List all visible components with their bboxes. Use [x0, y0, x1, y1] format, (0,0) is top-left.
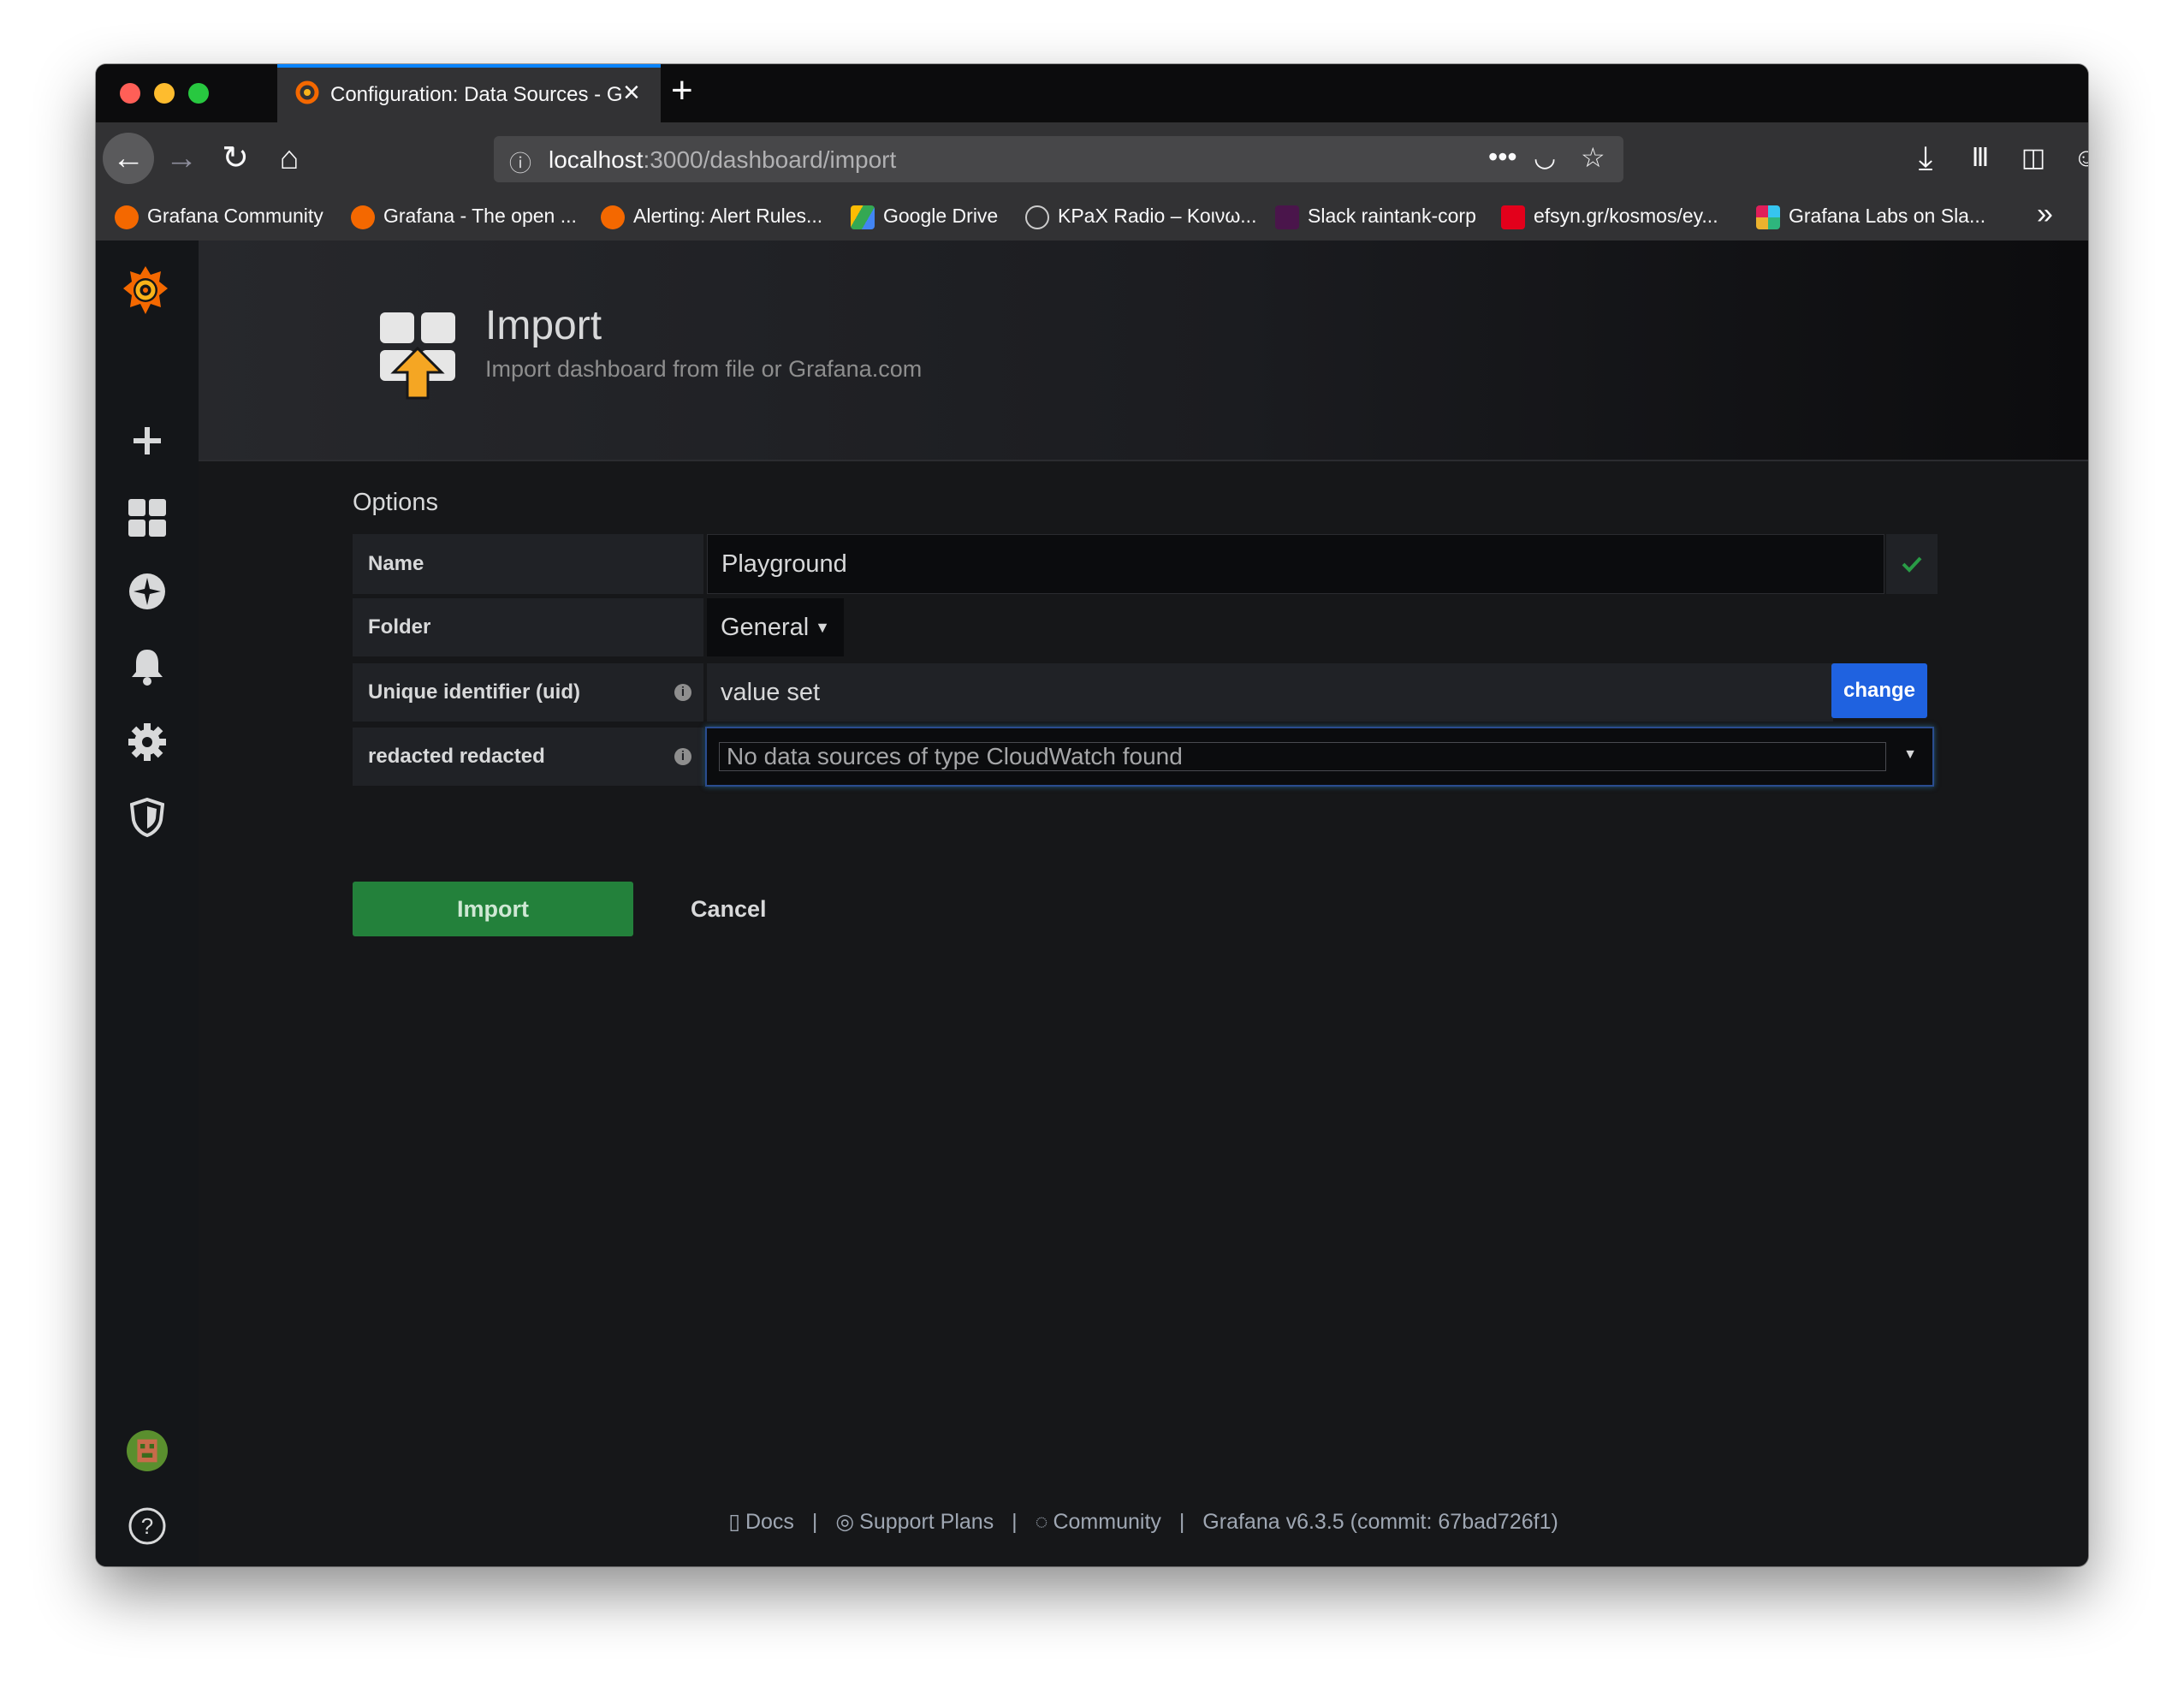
- url-text: localhost:3000/dashboard/import: [549, 146, 897, 173]
- back-button[interactable]: ←: [103, 133, 154, 184]
- footer: ▯ Docs | ◎ Support Plans | ◌ Community | Gr…: [96, 1509, 2088, 1535]
- url-bar[interactable]: ⓘ localhost:3000/dashboard/import ••• ◡ …: [494, 136, 1623, 182]
- tab-title: Configuration: Data Sources - G: [330, 83, 621, 106]
- browser-tab-active[interactable]: Configuration: Data Sources - G ×: [277, 64, 661, 122]
- globe-icon: [1025, 205, 1049, 229]
- folder-select[interactable]: General ▼: [707, 598, 844, 656]
- forward-button[interactable]: →: [156, 133, 207, 184]
- options-section-title: Options: [353, 489, 438, 516]
- bookmark-item[interactable]: Slack raintank-corp: [1275, 205, 1476, 229]
- new-tab-button[interactable]: +: [671, 69, 693, 112]
- create-plus-icon[interactable]: [127, 420, 168, 461]
- datasource-select[interactable]: No data sources of type CloudWatch found…: [705, 727, 1934, 787]
- uid-change-button[interactable]: change: [1831, 663, 1927, 718]
- account-button[interactable]: ☺: [2061, 133, 2088, 184]
- browser-window: Configuration: Data Sources - G × + ← → …: [96, 64, 2088, 1566]
- slack-icon: [1275, 205, 1299, 229]
- close-tab-icon[interactable]: ×: [623, 76, 640, 110]
- support-lifebuoy-icon: ◎: [835, 1510, 855, 1534]
- home-button[interactable]: ⌂: [264, 133, 315, 184]
- tab-strip: Configuration: Data Sources - G × +: [96, 64, 2088, 122]
- chevron-down-icon: ▼: [1903, 747, 1917, 762]
- footer-community-link[interactable]: Community: [1053, 1510, 1160, 1534]
- grafana-logo-icon: [351, 205, 375, 229]
- import-button[interactable]: Import: [353, 882, 633, 936]
- grafana-logo-icon: [601, 205, 625, 229]
- community-chat-icon: ◌: [1035, 1510, 1048, 1534]
- datasource-label: redacted redacted i: [353, 728, 703, 786]
- efsyn-icon: [1501, 205, 1525, 229]
- footer-separator: |: [1178, 1510, 1185, 1534]
- info-icon[interactable]: i: [674, 684, 691, 701]
- uid-input[interactable]: value set: [707, 663, 1833, 722]
- name-valid-check-icon: [1886, 534, 1938, 594]
- downloads-button[interactable]: ⤓: [1900, 133, 1951, 184]
- bookmark-item[interactable]: Grafana - The open ...: [351, 205, 577, 229]
- import-dashboard-icon: [380, 312, 455, 400]
- site-info-icon[interactable]: ⓘ: [509, 146, 531, 178]
- page-header: [199, 241, 2088, 461]
- footer-docs-link[interactable]: Docs: [745, 1510, 794, 1534]
- docs-file-icon: ▯: [728, 1510, 740, 1534]
- folder-label: Folder: [353, 598, 703, 656]
- bookmark-star-icon[interactable]: ☆: [1581, 141, 1605, 174]
- info-icon[interactable]: i: [674, 748, 691, 765]
- bookmark-item[interactable]: Grafana Community: [115, 205, 323, 229]
- grafana-logo-icon: [115, 205, 139, 229]
- footer-version: Grafana v6.3.5 (commit: 67bad726f1): [1202, 1510, 1558, 1534]
- google-drive-icon: [851, 205, 875, 229]
- minimize-window-button[interactable]: [154, 83, 175, 104]
- sidebar-toggle-button[interactable]: ◫: [2008, 133, 2059, 184]
- bookmark-item[interactable]: Grafana Labs on Sla...: [1756, 205, 1985, 229]
- name-label: Name: [353, 534, 703, 594]
- dashboards-icon[interactable]: [127, 497, 168, 538]
- name-input[interactable]: Playground: [707, 534, 1884, 594]
- maximize-window-button[interactable]: [188, 83, 209, 104]
- close-window-button[interactable]: [120, 83, 140, 104]
- grafana-logo-icon[interactable]: [120, 263, 171, 318]
- more-bookmarks-icon[interactable]: »: [2037, 198, 2053, 231]
- slack-icon: [1756, 205, 1780, 229]
- chevron-down-icon: ▼: [815, 619, 830, 636]
- uid-label: Unique identifier (uid) i: [353, 663, 703, 722]
- bookmark-item[interactable]: KPaX Radio – Κοινω...: [1025, 205, 1256, 229]
- bookmark-item[interactable]: efsyn.gr/kosmos/ey...: [1501, 205, 1718, 229]
- alerting-bell-icon[interactable]: [127, 646, 168, 687]
- footer-separator: |: [811, 1510, 818, 1534]
- page-subtitle: Import dashboard from file or Grafana.co…: [485, 356, 923, 382]
- pocket-icon[interactable]: ◡: [1534, 143, 1556, 173]
- cancel-button[interactable]: Cancel: [691, 882, 767, 936]
- sidebar: ?: [96, 241, 199, 1566]
- datasource-select-placeholder: No data sources of type CloudWatch found: [719, 742, 1886, 771]
- page-title: Import: [485, 303, 602, 348]
- configuration-gear-icon[interactable]: [127, 722, 168, 763]
- library-button[interactable]: Ⅲ: [1955, 133, 2006, 184]
- server-admin-shield-icon[interactable]: [127, 797, 168, 838]
- footer-support-link[interactable]: Support Plans: [859, 1510, 994, 1534]
- folder-select-value: General: [721, 614, 810, 641]
- user-avatar[interactable]: [127, 1430, 168, 1471]
- page-actions-icon[interactable]: •••: [1488, 141, 1517, 173]
- reload-button[interactable]: ↻: [210, 133, 261, 184]
- bookmark-item[interactable]: Alerting: Alert Rules...: [601, 205, 822, 229]
- footer-separator: |: [1012, 1510, 1018, 1534]
- bookmarks-toolbar: Grafana Community Grafana - The open ...…: [96, 193, 2088, 241]
- explore-compass-icon[interactable]: [127, 571, 168, 612]
- grafana-logo-icon: [295, 80, 319, 104]
- bookmark-item[interactable]: Google Drive: [851, 205, 998, 229]
